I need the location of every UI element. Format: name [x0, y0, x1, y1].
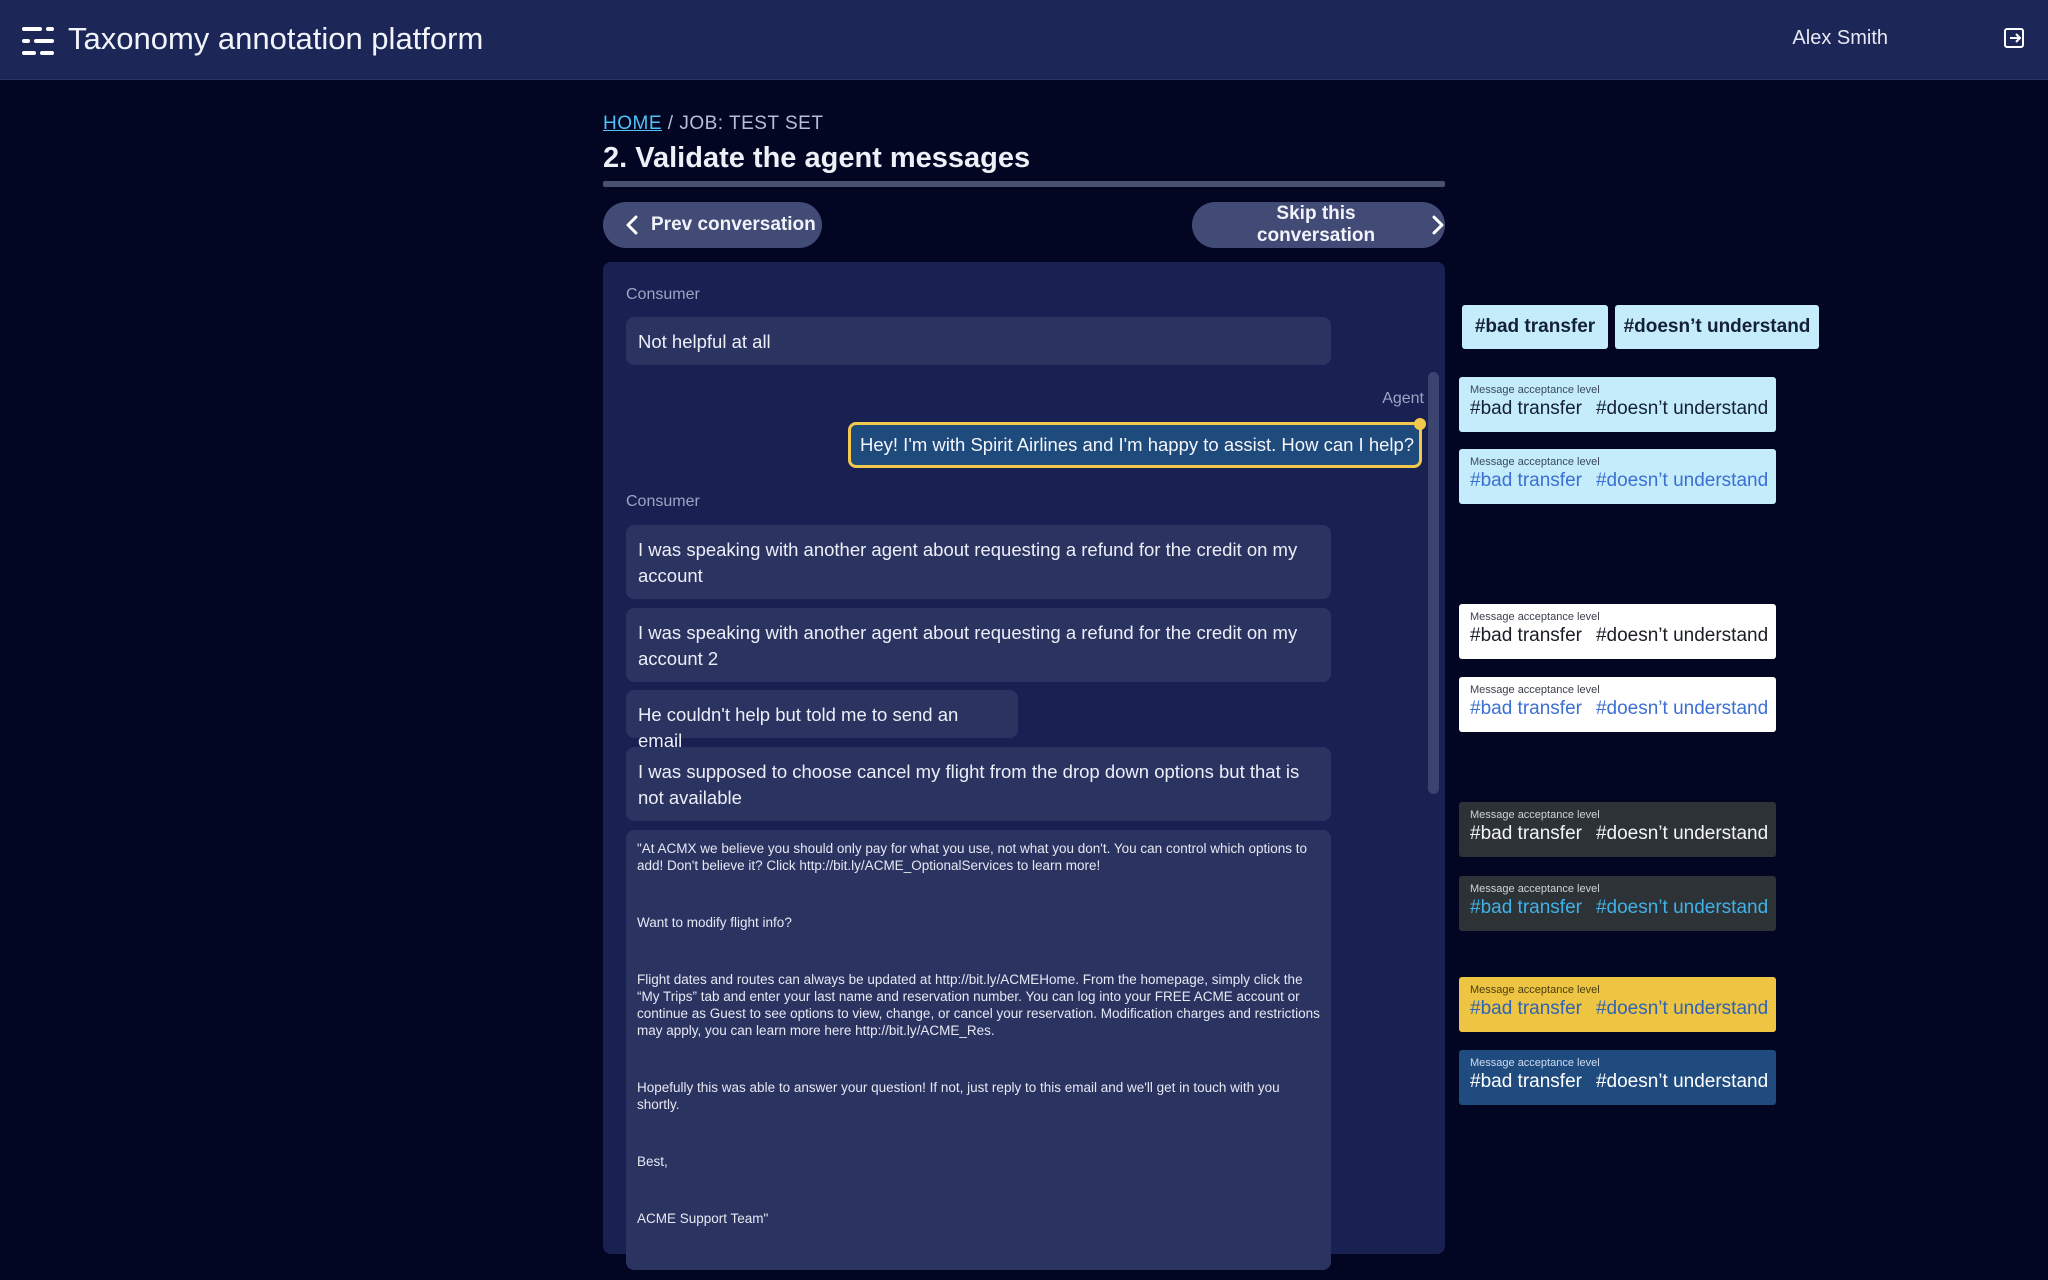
consumer-long-message[interactable]: "At ACMX we believe you should only pay …	[626, 830, 1331, 1270]
tag-bad-transfer[interactable]: #bad transfer	[1470, 998, 1582, 1019]
tag-bad-transfer[interactable]: #bad transfer	[1470, 398, 1582, 419]
long-message-paragraph: Want to modify flight info?	[637, 915, 792, 930]
tag-doesnt-understand[interactable]: #doesn’t understand	[1596, 470, 1768, 491]
acceptance-card-dark-alt[interactable]: Message acceptance level #bad transfer #d…	[1459, 876, 1776, 931]
consumer-label: Consumer	[626, 286, 700, 303]
acceptance-card-label: Message acceptance level	[1470, 984, 1600, 996]
acceptance-card-label: Message acceptance level	[1470, 684, 1600, 696]
menu-logo-icon	[22, 27, 54, 55]
progress-bar	[603, 181, 1445, 187]
tag-bad-transfer[interactable]: #bad transfer	[1470, 1071, 1582, 1092]
breadcrumb-home-link[interactable]: HOME	[603, 113, 662, 134]
acceptance-card-label: Message acceptance level	[1470, 883, 1600, 895]
tag-doesnt-understand[interactable]: #doesn’t understand	[1596, 823, 1768, 844]
skip-conversation-button[interactable]: Skip this conversation	[1192, 202, 1445, 248]
tag-doesnt-understand[interactable]: #doesn’t understand	[1596, 897, 1768, 918]
long-message-paragraph: ACME Support Team"	[637, 1211, 769, 1226]
consumer-message[interactable]: I was supposed to choose cancel my fligh…	[626, 747, 1331, 821]
long-message-paragraph: Hopefully this was able to answer your q…	[637, 1080, 1280, 1112]
acceptance-card-dark[interactable]: Message acceptance level #bad transfer #d…	[1459, 802, 1776, 857]
acceptance-card-white-alt[interactable]: Message acceptance level #bad transfer #d…	[1459, 677, 1776, 732]
consumer-message[interactable]: I was speaking with another agent about …	[626, 608, 1331, 682]
breadcrumb-job: JOB: TEST SET	[679, 113, 824, 134]
acceptance-card-label: Message acceptance level	[1470, 1057, 1600, 1069]
consumer-message[interactable]: He couldn't help but told me to send an …	[626, 690, 1018, 751]
consumer-message[interactable]: Not helpful at all	[626, 317, 1331, 365]
agent-message-selected[interactable]: Hey! I'm with Spirit Airlines and I'm ha…	[848, 422, 1422, 468]
chevron-left-icon	[626, 215, 638, 235]
long-message-paragraph: Best,	[637, 1154, 668, 1169]
selection-dot	[1414, 418, 1426, 430]
long-message-paragraph: Flight dates and routes can always be up…	[637, 972, 1320, 1038]
agent-label: Agent	[1382, 390, 1424, 407]
acceptance-card-light-blue[interactable]: Message acceptance level #bad transfer #d…	[1459, 377, 1776, 432]
skip-conversation-label: Skip this conversation	[1256, 203, 1376, 246]
acceptance-card-label: Message acceptance level	[1470, 456, 1600, 468]
acceptance-card-yellow[interactable]: Message acceptance level #bad transfer #d…	[1459, 977, 1776, 1032]
tag-bad-transfer[interactable]: #bad transfer	[1470, 698, 1582, 719]
tag-bad-transfer[interactable]: #bad transfer	[1470, 625, 1582, 646]
tag-chip-doesnt-understand[interactable]: #doesn’t understand	[1615, 305, 1819, 349]
acceptance-card-label: Message acceptance level	[1470, 611, 1600, 623]
tag-doesnt-understand[interactable]: #doesn’t understand	[1596, 998, 1768, 1019]
consumer-label: Consumer	[626, 493, 700, 510]
conversation-scrollbar[interactable]	[1428, 372, 1439, 794]
prev-conversation-label: Prev conversation	[651, 214, 816, 235]
user-name[interactable]: Alex Smith	[1792, 27, 1888, 50]
consumer-message[interactable]: I was speaking with another agent about …	[626, 525, 1331, 599]
page-title: 2. Validate the agent messages	[603, 142, 1031, 174]
tag-doesnt-understand[interactable]: #doesn’t understand	[1596, 1071, 1768, 1092]
tag-bad-transfer[interactable]: #bad transfer	[1470, 470, 1582, 491]
tag-doesnt-understand[interactable]: #doesn’t understand	[1596, 398, 1768, 419]
chevron-right-icon	[1432, 215, 1444, 235]
tag-bad-transfer[interactable]: #bad transfer	[1470, 823, 1582, 844]
acceptance-card-white[interactable]: Message acceptance level #bad transfer #d…	[1459, 604, 1776, 659]
breadcrumb: HOME / JOB: TEST SET	[603, 113, 823, 135]
long-message-paragraph: "At ACMX we believe you should only pay …	[637, 841, 1308, 873]
logout-icon[interactable]	[2002, 26, 2026, 50]
tag-bad-transfer[interactable]: #bad transfer	[1470, 897, 1582, 918]
breadcrumb-separator: /	[667, 113, 674, 134]
agent-message-text: Hey! I'm with Spirit Airlines and I'm ha…	[860, 434, 1415, 455]
acceptance-card-light-blue-alt[interactable]: Message acceptance level #bad transfer #d…	[1459, 449, 1776, 504]
acceptance-card-blue[interactable]: Message acceptance level #bad transfer #d…	[1459, 1050, 1776, 1105]
acceptance-card-label: Message acceptance level	[1470, 809, 1600, 821]
tag-chip-bad-transfer[interactable]: #bad transfer	[1462, 305, 1608, 349]
app-title: Taxonomy annotation platform	[68, 21, 484, 56]
top-bar: Taxonomy annotation platform Alex Smith	[0, 0, 2048, 80]
tag-doesnt-understand[interactable]: #doesn’t understand	[1596, 625, 1768, 646]
prev-conversation-button[interactable]: Prev conversation	[603, 202, 822, 248]
acceptance-card-label: Message acceptance level	[1470, 384, 1600, 396]
tag-doesnt-understand[interactable]: #doesn’t understand	[1596, 698, 1768, 719]
